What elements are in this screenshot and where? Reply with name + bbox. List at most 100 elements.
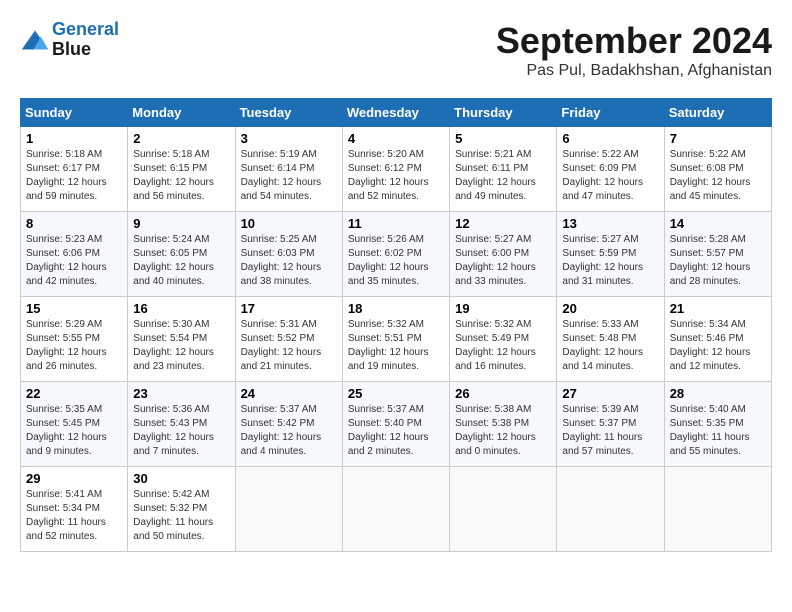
day-content: Sunrise: 5:20 AM Sunset: 6:12 PM Dayligh… <box>348 148 444 204</box>
sunset-text: Sunset: 6:15 PM <box>133 162 229 176</box>
sunrise-text: Sunrise: 5:26 AM <box>348 233 444 247</box>
sunset-text: Sunset: 5:42 PM <box>241 417 337 431</box>
day-header-thursday: Thursday <box>450 99 557 127</box>
daylight-text: Daylight: 12 hours and 26 minutes. <box>26 346 122 374</box>
day-content: Sunrise: 5:25 AM Sunset: 6:03 PM Dayligh… <box>241 233 337 289</box>
calendar-cell <box>342 467 449 552</box>
sunrise-text: Sunrise: 5:38 AM <box>455 403 551 417</box>
sunset-text: Sunset: 6:00 PM <box>455 247 551 261</box>
sunrise-text: Sunrise: 5:30 AM <box>133 318 229 332</box>
sunset-text: Sunset: 6:06 PM <box>26 247 122 261</box>
day-number: 27 <box>562 386 658 401</box>
sunset-text: Sunset: 5:45 PM <box>26 417 122 431</box>
day-content: Sunrise: 5:35 AM Sunset: 5:45 PM Dayligh… <box>26 403 122 459</box>
sunset-text: Sunset: 6:02 PM <box>348 247 444 261</box>
sunset-text: Sunset: 5:34 PM <box>26 502 122 516</box>
daylight-text: Daylight: 11 hours and 55 minutes. <box>670 431 766 459</box>
day-content: Sunrise: 5:37 AM Sunset: 5:40 PM Dayligh… <box>348 403 444 459</box>
day-header-saturday: Saturday <box>664 99 771 127</box>
day-header-friday: Friday <box>557 99 664 127</box>
calendar-cell: 1 Sunrise: 5:18 AM Sunset: 6:17 PM Dayli… <box>21 127 128 212</box>
day-number: 29 <box>26 471 122 486</box>
daylight-text: Daylight: 12 hours and 42 minutes. <box>26 261 122 289</box>
day-number: 23 <box>133 386 229 401</box>
calendar-cell: 27 Sunrise: 5:39 AM Sunset: 5:37 PM Dayl… <box>557 382 664 467</box>
day-number: 24 <box>241 386 337 401</box>
day-number: 13 <box>562 216 658 231</box>
daylight-text: Daylight: 12 hours and 21 minutes. <box>241 346 337 374</box>
calendar-cell: 2 Sunrise: 5:18 AM Sunset: 6:15 PM Dayli… <box>128 127 235 212</box>
sunset-text: Sunset: 5:54 PM <box>133 332 229 346</box>
day-content: Sunrise: 5:40 AM Sunset: 5:35 PM Dayligh… <box>670 403 766 459</box>
sunset-text: Sunset: 5:59 PM <box>562 247 658 261</box>
day-number: 15 <box>26 301 122 316</box>
day-number: 20 <box>562 301 658 316</box>
calendar: SundayMondayTuesdayWednesdayThursdayFrid… <box>20 98 772 552</box>
day-number: 19 <box>455 301 551 316</box>
day-content: Sunrise: 5:34 AM Sunset: 5:46 PM Dayligh… <box>670 318 766 374</box>
day-header-monday: Monday <box>128 99 235 127</box>
sunset-text: Sunset: 5:51 PM <box>348 332 444 346</box>
daylight-text: Daylight: 12 hours and 45 minutes. <box>670 176 766 204</box>
day-content: Sunrise: 5:32 AM Sunset: 5:51 PM Dayligh… <box>348 318 444 374</box>
day-content: Sunrise: 5:38 AM Sunset: 5:38 PM Dayligh… <box>455 403 551 459</box>
daylight-text: Daylight: 12 hours and 12 minutes. <box>670 346 766 374</box>
day-content: Sunrise: 5:28 AM Sunset: 5:57 PM Dayligh… <box>670 233 766 289</box>
day-content: Sunrise: 5:30 AM Sunset: 5:54 PM Dayligh… <box>133 318 229 374</box>
day-number: 2 <box>133 131 229 146</box>
daylight-text: Daylight: 12 hours and 7 minutes. <box>133 431 229 459</box>
sunrise-text: Sunrise: 5:32 AM <box>455 318 551 332</box>
calendar-cell: 13 Sunrise: 5:27 AM Sunset: 5:59 PM Dayl… <box>557 212 664 297</box>
daylight-text: Daylight: 12 hours and 49 minutes. <box>455 176 551 204</box>
daylight-text: Daylight: 12 hours and 0 minutes. <box>455 431 551 459</box>
day-number: 28 <box>670 386 766 401</box>
sunrise-text: Sunrise: 5:18 AM <box>26 148 122 162</box>
sunset-text: Sunset: 6:09 PM <box>562 162 658 176</box>
day-number: 16 <box>133 301 229 316</box>
day-header-sunday: Sunday <box>21 99 128 127</box>
daylight-text: Daylight: 12 hours and 2 minutes. <box>348 431 444 459</box>
logo-text: General Blue <box>52 20 119 60</box>
day-content: Sunrise: 5:32 AM Sunset: 5:49 PM Dayligh… <box>455 318 551 374</box>
day-number: 6 <box>562 131 658 146</box>
sunrise-text: Sunrise: 5:29 AM <box>26 318 122 332</box>
sunrise-text: Sunrise: 5:31 AM <box>241 318 337 332</box>
calendar-cell: 5 Sunrise: 5:21 AM Sunset: 6:11 PM Dayli… <box>450 127 557 212</box>
calendar-cell: 14 Sunrise: 5:28 AM Sunset: 5:57 PM Dayl… <box>664 212 771 297</box>
sunset-text: Sunset: 5:52 PM <box>241 332 337 346</box>
day-content: Sunrise: 5:27 AM Sunset: 5:59 PM Dayligh… <box>562 233 658 289</box>
day-content: Sunrise: 5:37 AM Sunset: 5:42 PM Dayligh… <box>241 403 337 459</box>
sunrise-text: Sunrise: 5:27 AM <box>562 233 658 247</box>
sunrise-text: Sunrise: 5:27 AM <box>455 233 551 247</box>
sunset-text: Sunset: 6:05 PM <box>133 247 229 261</box>
day-content: Sunrise: 5:33 AM Sunset: 5:48 PM Dayligh… <box>562 318 658 374</box>
daylight-text: Daylight: 12 hours and 23 minutes. <box>133 346 229 374</box>
day-content: Sunrise: 5:19 AM Sunset: 6:14 PM Dayligh… <box>241 148 337 204</box>
logo-icon <box>20 29 50 51</box>
sunset-text: Sunset: 5:37 PM <box>562 417 658 431</box>
sunrise-text: Sunrise: 5:32 AM <box>348 318 444 332</box>
sunrise-text: Sunrise: 5:39 AM <box>562 403 658 417</box>
calendar-cell: 24 Sunrise: 5:37 AM Sunset: 5:42 PM Dayl… <box>235 382 342 467</box>
calendar-cell: 4 Sunrise: 5:20 AM Sunset: 6:12 PM Dayli… <box>342 127 449 212</box>
sunrise-text: Sunrise: 5:35 AM <box>26 403 122 417</box>
daylight-text: Daylight: 12 hours and 9 minutes. <box>26 431 122 459</box>
calendar-cell: 9 Sunrise: 5:24 AM Sunset: 6:05 PM Dayli… <box>128 212 235 297</box>
sunrise-text: Sunrise: 5:33 AM <box>562 318 658 332</box>
sunrise-text: Sunrise: 5:23 AM <box>26 233 122 247</box>
calendar-cell <box>450 467 557 552</box>
day-content: Sunrise: 5:27 AM Sunset: 6:00 PM Dayligh… <box>455 233 551 289</box>
daylight-text: Daylight: 12 hours and 28 minutes. <box>670 261 766 289</box>
sunrise-text: Sunrise: 5:28 AM <box>670 233 766 247</box>
calendar-cell: 18 Sunrise: 5:32 AM Sunset: 5:51 PM Dayl… <box>342 297 449 382</box>
day-content: Sunrise: 5:23 AM Sunset: 6:06 PM Dayligh… <box>26 233 122 289</box>
calendar-cell: 11 Sunrise: 5:26 AM Sunset: 6:02 PM Dayl… <box>342 212 449 297</box>
day-number: 21 <box>670 301 766 316</box>
sunrise-text: Sunrise: 5:25 AM <box>241 233 337 247</box>
sunset-text: Sunset: 5:46 PM <box>670 332 766 346</box>
daylight-text: Daylight: 11 hours and 57 minutes. <box>562 431 658 459</box>
calendar-cell <box>557 467 664 552</box>
sunrise-text: Sunrise: 5:40 AM <box>670 403 766 417</box>
daylight-text: Daylight: 12 hours and 19 minutes. <box>348 346 444 374</box>
sunrise-text: Sunrise: 5:19 AM <box>241 148 337 162</box>
